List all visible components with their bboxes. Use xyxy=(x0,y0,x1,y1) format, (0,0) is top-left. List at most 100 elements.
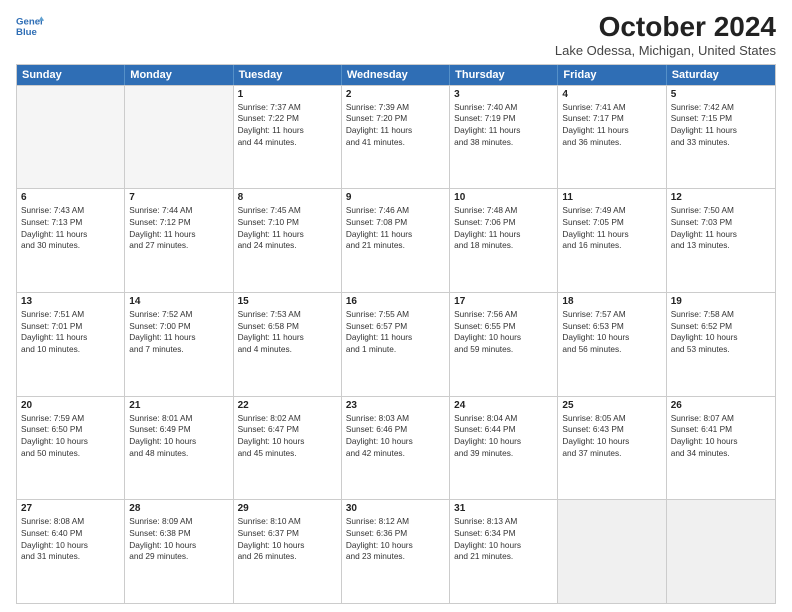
cell-line: Sunset: 7:06 PM xyxy=(454,217,553,229)
cell-line: Sunrise: 8:09 AM xyxy=(129,516,228,528)
cell-line: Daylight: 10 hours xyxy=(454,332,553,344)
calendar-cell xyxy=(17,86,125,189)
calendar-cell: 10Sunrise: 7:48 AMSunset: 7:06 PMDayligh… xyxy=(450,189,558,292)
cell-line: Sunrise: 8:05 AM xyxy=(562,413,661,425)
cell-line: Sunrise: 8:02 AM xyxy=(238,413,337,425)
cell-line: Sunrise: 7:42 AM xyxy=(671,102,771,114)
calendar-header-cell: Wednesday xyxy=(342,65,450,85)
cell-line: Sunset: 6:57 PM xyxy=(346,321,445,333)
calendar-cell: 15Sunrise: 7:53 AMSunset: 6:58 PMDayligh… xyxy=(234,293,342,396)
calendar-header-cell: Monday xyxy=(125,65,233,85)
cell-line: and 27 minutes. xyxy=(129,240,228,252)
calendar-cell xyxy=(125,86,233,189)
calendar-cell: 2Sunrise: 7:39 AMSunset: 7:20 PMDaylight… xyxy=(342,86,450,189)
calendar-header-cell: Sunday xyxy=(17,65,125,85)
cell-line: Sunrise: 7:57 AM xyxy=(562,309,661,321)
cell-line: and 34 minutes. xyxy=(671,448,771,460)
cell-line: Daylight: 10 hours xyxy=(454,436,553,448)
cell-line: Sunrise: 7:46 AM xyxy=(346,205,445,217)
day-number: 12 xyxy=(671,192,771,203)
cell-line: and 56 minutes. xyxy=(562,344,661,356)
cell-line: Daylight: 11 hours xyxy=(21,332,120,344)
cell-line: Sunrise: 7:45 AM xyxy=(238,205,337,217)
cell-line: Sunrise: 7:43 AM xyxy=(21,205,120,217)
cell-line: Sunset: 7:08 PM xyxy=(346,217,445,229)
cell-line: Sunset: 7:17 PM xyxy=(562,113,661,125)
cell-line: and 21 minutes. xyxy=(454,551,553,563)
calendar-cell: 4Sunrise: 7:41 AMSunset: 7:17 PMDaylight… xyxy=(558,86,666,189)
cell-line: Daylight: 11 hours xyxy=(671,229,771,241)
calendar-cell: 18Sunrise: 7:57 AMSunset: 6:53 PMDayligh… xyxy=(558,293,666,396)
cell-line: Sunrise: 7:39 AM xyxy=(346,102,445,114)
day-number: 6 xyxy=(21,192,120,203)
cell-line: Daylight: 11 hours xyxy=(129,332,228,344)
cell-line: Daylight: 10 hours xyxy=(562,436,661,448)
cell-line: Sunrise: 7:48 AM xyxy=(454,205,553,217)
cell-line: Sunrise: 7:41 AM xyxy=(562,102,661,114)
cell-line: Daylight: 11 hours xyxy=(238,125,337,137)
cell-line: and 7 minutes. xyxy=(129,344,228,356)
day-number: 16 xyxy=(346,296,445,307)
calendar-header: SundayMondayTuesdayWednesdayThursdayFrid… xyxy=(17,65,775,85)
cell-line: Sunrise: 7:44 AM xyxy=(129,205,228,217)
day-number: 4 xyxy=(562,89,661,100)
cell-line: Sunset: 6:38 PM xyxy=(129,528,228,540)
cell-line: Sunset: 6:43 PM xyxy=(562,424,661,436)
cell-line: Daylight: 10 hours xyxy=(129,436,228,448)
cell-line: Sunset: 6:55 PM xyxy=(454,321,553,333)
calendar-body: 1Sunrise: 7:37 AMSunset: 7:22 PMDaylight… xyxy=(17,85,775,603)
cell-line: Sunrise: 7:52 AM xyxy=(129,309,228,321)
cell-line: Daylight: 11 hours xyxy=(454,229,553,241)
header: General Blue October 2024 Lake Odessa, M… xyxy=(16,12,776,58)
cell-line: Sunrise: 8:01 AM xyxy=(129,413,228,425)
cell-line: Daylight: 10 hours xyxy=(21,540,120,552)
cell-line: Sunrise: 8:13 AM xyxy=(454,516,553,528)
calendar-cell: 17Sunrise: 7:56 AMSunset: 6:55 PMDayligh… xyxy=(450,293,558,396)
cell-line: Sunset: 7:15 PM xyxy=(671,113,771,125)
svg-text:Blue: Blue xyxy=(16,27,37,38)
svg-text:General: General xyxy=(16,16,44,27)
cell-line: and 41 minutes. xyxy=(346,137,445,149)
day-number: 27 xyxy=(21,503,120,514)
day-number: 3 xyxy=(454,89,553,100)
calendar-cell xyxy=(558,500,666,603)
calendar-cell: 29Sunrise: 8:10 AMSunset: 6:37 PMDayligh… xyxy=(234,500,342,603)
cell-line: Sunset: 7:12 PM xyxy=(129,217,228,229)
day-number: 30 xyxy=(346,503,445,514)
calendar-cell: 11Sunrise: 7:49 AMSunset: 7:05 PMDayligh… xyxy=(558,189,666,292)
title-block: October 2024 Lake Odessa, Michigan, Unit… xyxy=(555,12,776,58)
cell-line: and 33 minutes. xyxy=(671,137,771,149)
cell-line: Sunset: 6:53 PM xyxy=(562,321,661,333)
cell-line: and 37 minutes. xyxy=(562,448,661,460)
calendar-cell: 30Sunrise: 8:12 AMSunset: 6:36 PMDayligh… xyxy=(342,500,450,603)
calendar-week: 13Sunrise: 7:51 AMSunset: 7:01 PMDayligh… xyxy=(17,292,775,396)
calendar-cell: 31Sunrise: 8:13 AMSunset: 6:34 PMDayligh… xyxy=(450,500,558,603)
cell-line: Sunset: 6:49 PM xyxy=(129,424,228,436)
cell-line: Sunrise: 8:07 AM xyxy=(671,413,771,425)
cell-line: Sunrise: 8:10 AM xyxy=(238,516,337,528)
cell-line: and 21 minutes. xyxy=(346,240,445,252)
cell-line: Sunrise: 7:58 AM xyxy=(671,309,771,321)
calendar-cell: 26Sunrise: 8:07 AMSunset: 6:41 PMDayligh… xyxy=(667,397,775,500)
cell-line: and 31 minutes. xyxy=(21,551,120,563)
cell-line: and 53 minutes. xyxy=(671,344,771,356)
cell-line: Daylight: 11 hours xyxy=(671,125,771,137)
cell-line: and 4 minutes. xyxy=(238,344,337,356)
cell-line: Sunrise: 8:04 AM xyxy=(454,413,553,425)
day-number: 20 xyxy=(21,400,120,411)
cell-line: Daylight: 11 hours xyxy=(562,229,661,241)
cell-line: Daylight: 10 hours xyxy=(129,540,228,552)
cell-line: Sunset: 6:47 PM xyxy=(238,424,337,436)
cell-line: Daylight: 10 hours xyxy=(346,436,445,448)
cell-line: and 48 minutes. xyxy=(129,448,228,460)
cell-line: Sunrise: 7:55 AM xyxy=(346,309,445,321)
calendar-header-cell: Tuesday xyxy=(234,65,342,85)
cell-line: Daylight: 10 hours xyxy=(238,436,337,448)
cell-line: Daylight: 11 hours xyxy=(238,229,337,241)
cell-line: Sunset: 6:52 PM xyxy=(671,321,771,333)
cell-line: and 30 minutes. xyxy=(21,240,120,252)
day-number: 21 xyxy=(129,400,228,411)
cell-line: Daylight: 10 hours xyxy=(21,436,120,448)
calendar-cell: 20Sunrise: 7:59 AMSunset: 6:50 PMDayligh… xyxy=(17,397,125,500)
cell-line: and 38 minutes. xyxy=(454,137,553,149)
